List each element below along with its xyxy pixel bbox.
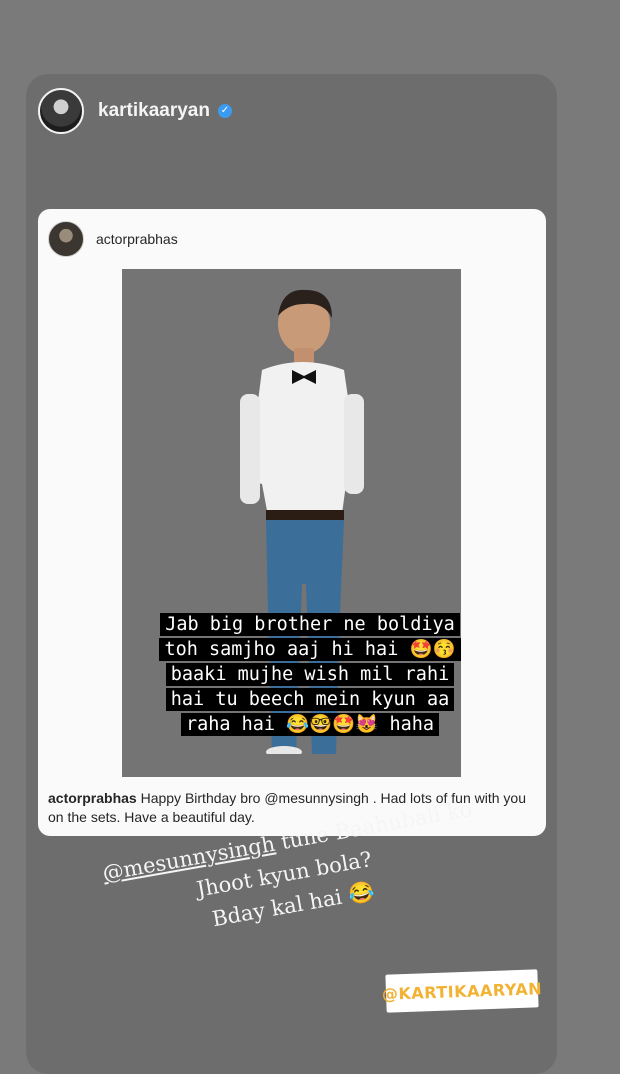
story-avatar[interactable]: [38, 88, 84, 134]
overlay-line: Jab big brother ne boldiya: [160, 613, 460, 636]
story-header: kartikaaryan ✓: [38, 88, 232, 134]
verified-badge-icon: ✓: [217, 104, 232, 118]
story-overlay-text: Jab big brother ne boldiya toh samjho aa…: [92, 612, 528, 737]
post-avatar[interactable]: [48, 221, 84, 257]
overlay-line: baaki mujhe wish mil rahi: [165, 663, 455, 686]
post-header: actorprabhas: [48, 221, 178, 257]
shared-post-card[interactable]: actorprabhas actorprabhas Happy Birthday…: [38, 209, 546, 836]
post-username[interactable]: actorprabhas: [96, 231, 178, 247]
caption-username[interactable]: actorprabhas: [48, 790, 137, 806]
overlay-line: hai tu beech mein kyun aa: [165, 688, 455, 711]
overlay-line: raha hai 😂🤓🤩😻 haha: [180, 713, 440, 736]
mention-sticker[interactable]: @KARTIKAARYAN: [382, 969, 542, 1013]
story-username[interactable]: kartikaaryan: [98, 100, 210, 122]
overlay-line: toh samjho aaj hi hai 🤩😚: [159, 638, 461, 661]
